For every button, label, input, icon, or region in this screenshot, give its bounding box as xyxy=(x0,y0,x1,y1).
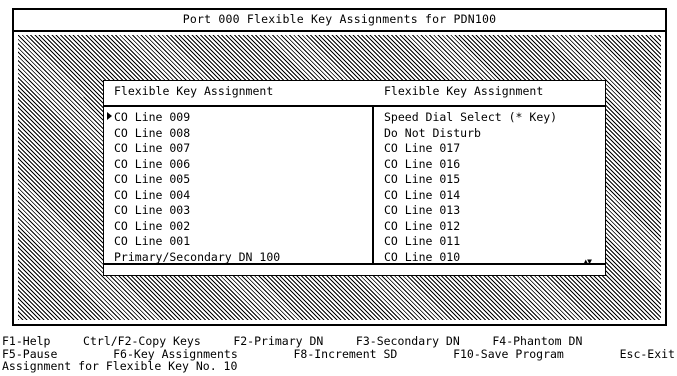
copy-keys-key[interactable]: Ctrl/F2-Copy Keys xyxy=(83,335,201,348)
key-assignment-item[interactable]: CO Line 011 xyxy=(384,235,557,251)
key-assignment-item[interactable]: CO Line 009 xyxy=(114,111,280,127)
main-window: Port 000 Flexible Key Assignments for PD… xyxy=(12,8,667,326)
key-assignment-item[interactable]: CO Line 017 xyxy=(384,142,557,158)
key-assignment-item[interactable]: CO Line 012 xyxy=(384,219,557,236)
key-assignment-item[interactable]: CO Line 007 xyxy=(114,142,280,158)
column-divider xyxy=(372,105,374,265)
exit-key[interactable]: Esc-Exit xyxy=(620,347,675,361)
key-assignment-item[interactable]: CO Line 001 xyxy=(114,235,280,251)
key-assignment-item[interactable]: CO Line 006 xyxy=(114,157,280,174)
title-divider xyxy=(14,30,665,32)
key-assignment-item[interactable]: CO Line 008 xyxy=(114,126,280,143)
key-assignment-item[interactable]: CO Line 005 xyxy=(114,173,280,189)
help-key[interactable]: F1-Help xyxy=(2,335,50,348)
right-column-header: Flexible Key Assignment xyxy=(384,84,544,98)
save-program-key[interactable]: F10-Save Program xyxy=(453,347,564,361)
right-key-list: Speed Dial Select (* Key) Do Not Disturb… xyxy=(384,111,557,266)
key-assignment-item[interactable]: Do Not Disturb xyxy=(384,126,557,143)
primary-dn-key[interactable]: F2-Primary DN xyxy=(233,335,323,348)
function-key-row: F1-Help Ctrl/F2-Copy Keys F2-Primary DN … xyxy=(2,335,675,348)
key-assignment-item[interactable]: CO Line 013 xyxy=(384,204,557,220)
window-title: Port 000 Flexible Key Assignments for PD… xyxy=(182,12,497,26)
selection-cursor-icon xyxy=(107,112,112,120)
key-assignment-item[interactable]: CO Line 015 xyxy=(384,173,557,189)
secondary-dn-key[interactable]: F3-Secondary DN xyxy=(356,335,460,348)
left-column-header: Flexible Key Assignment xyxy=(114,84,274,98)
key-assignment-item[interactable]: CO Line 004 xyxy=(114,188,280,205)
key-assignment-item[interactable]: CO Line 002 xyxy=(114,219,280,236)
phantom-dn-key[interactable]: F4-Phantom DN xyxy=(492,335,582,348)
status-line: Assignment for Flexible Key No. 10 xyxy=(2,359,238,373)
key-assignment-item[interactable]: Speed Dial Select (* Key) xyxy=(384,111,557,127)
panel-bottom-bar xyxy=(104,263,605,275)
key-assignment-item[interactable]: CO Line 003 xyxy=(114,204,280,220)
header-divider xyxy=(104,105,605,107)
increment-sd-key[interactable]: F8-Increment SD xyxy=(293,347,397,361)
function-key-bar: F1-Help Ctrl/F2-Copy Keys F2-Primary DN … xyxy=(2,335,675,360)
key-assignment-item[interactable]: CO Line 014 xyxy=(384,188,557,205)
left-key-list: CO Line 009 CO Line 008 CO Line 007 CO L… xyxy=(114,111,280,266)
key-assignment-item[interactable]: CO Line 016 xyxy=(384,157,557,174)
key-assignment-panel: Flexible Key Assignment Flexible Key Ass… xyxy=(103,80,606,276)
